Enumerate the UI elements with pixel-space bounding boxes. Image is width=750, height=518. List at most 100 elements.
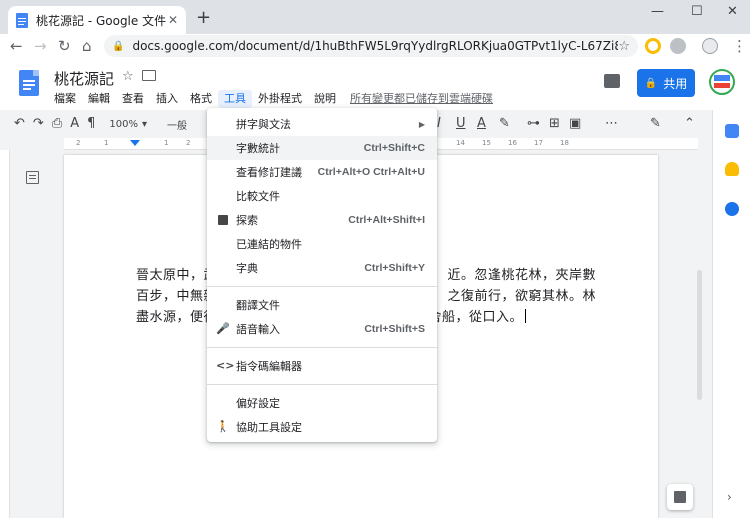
add-comment-icon[interactable]: ⊞ [549,112,560,136]
menu-item-linked-objects[interactable]: 已連結的物件 [207,232,437,256]
saved-status-link[interactable]: 所有變更都已儲存到雲端硬碟 [350,90,493,108]
text-color-icon[interactable]: A [477,112,486,136]
profile-icon[interactable] [702,38,718,54]
print-icon[interactable]: ⎙ [52,115,62,133]
menu-item-explore[interactable]: 探索 Ctrl+Alt+Shift+I [207,208,437,232]
google-docs-logo-icon[interactable] [19,70,39,96]
more-options-icon[interactable]: ⋯ [605,112,618,136]
link-icon[interactable]: ⊶ [527,112,540,136]
lock-icon: 🔒 [644,77,658,89]
browser-tab[interactable]: 桃花源記 - Google 文件 ✕ [8,6,186,34]
star-document-icon[interactable]: ☆ [122,69,134,84]
new-tab-button[interactable]: + [196,9,211,27]
zoom-select[interactable]: 100% [109,119,138,130]
avatar[interactable] [709,69,735,95]
expand-side-panel-icon[interactable]: › [727,490,732,504]
menu-item-label: 語音輸入 [236,323,280,336]
bookmark-star-icon[interactable]: ☆ [618,39,630,54]
menu-item-label: 拼字與文法 [236,118,291,131]
code-icon: <> [216,359,235,372]
text-caret [525,309,526,323]
close-window-button[interactable]: ✕ [727,4,738,19]
move-to-folder-icon[interactable] [142,70,156,81]
tab-close-icon[interactable]: ✕ [168,13,178,27]
share-button[interactable]: 🔒 共用 [637,69,695,97]
scrollbar-thumb[interactable] [697,270,702,400]
lock-icon: 🔒 [112,40,125,52]
menu-item-review-suggestions[interactable]: 查看修訂建議 Ctrl+Alt+O Ctrl+Alt+U [207,160,437,184]
extension-icon[interactable] [645,38,661,54]
vertical-ruler[interactable] [0,150,10,518]
menu-item-label: 查看修訂建議 [236,166,302,179]
insert-image-icon[interactable]: ▣ [569,112,581,136]
menu-help[interactable]: 說明 [308,90,342,108]
vertical-scrollbar[interactable] [695,150,703,518]
menu-item-label: 翻譯文件 [236,299,280,312]
menu-view[interactable]: 查看 [116,90,150,108]
menu-bar: 檔案 編輯 查看 插入 格式 工具 外掛程式 說明 所有變更都已儲存到雲端硬碟 [48,90,493,108]
document-outline-icon[interactable] [26,171,39,184]
calendar-icon[interactable] [725,124,739,138]
highlight-icon[interactable]: ✎ [499,112,510,136]
maximize-button[interactable]: ☐ [691,4,703,19]
menu-format[interactable]: 格式 [184,90,218,108]
undo-icon[interactable]: ↶ [14,115,25,133]
url-text[interactable]: docs.google.com/document/d/1huBthFW5L9rq… [132,39,618,53]
menu-separator [207,347,437,348]
menu-insert[interactable]: 插入 [150,90,184,108]
back-icon[interactable]: ← [10,37,23,55]
paint-format-icon[interactable]: ¶ [87,115,95,133]
menu-item-label: 字典 [236,262,258,275]
hide-menus-icon[interactable]: ⌃ [684,112,695,136]
explore-icon [218,215,228,225]
explore-button[interactable] [667,484,693,510]
menu-addons[interactable]: 外掛程式 [252,90,308,108]
text-line-2-start: 百步，中無雜 [136,289,218,304]
menu-item-shortcut: Ctrl+Shift+C [363,142,425,154]
comments-icon[interactable] [604,74,620,88]
menu-file[interactable]: 檔案 [48,90,82,108]
submenu-arrow-icon: ▶ [418,119,425,129]
omnibox[interactable]: 🔒 docs.google.com/document/d/1huBthFW5L9… [104,35,638,57]
side-panel: › [712,110,750,518]
underline-icon[interactable]: U [456,112,466,136]
forward-icon[interactable]: → [34,37,47,55]
keep-icon[interactable] [725,162,739,176]
indent-marker-icon[interactable] [130,140,140,146]
home-icon[interactable]: ⌂ [82,37,92,55]
menu-item-script-editor[interactable]: <> 指令碼編輯器 [207,354,437,378]
menu-item-word-count[interactable]: 字數統計 Ctrl+Shift+C [207,136,437,160]
chevron-down-icon[interactable]: ▾ [142,119,147,130]
style-select[interactable]: 一般 [167,117,187,132]
menu-item-compare-documents[interactable]: 比較文件 [207,184,437,208]
tasks-icon[interactable] [725,202,739,216]
menu-item-translate-document[interactable]: 翻譯文件 [207,293,437,317]
redo-icon[interactable]: ↷ [33,115,44,133]
microphone-icon: 🎤 [216,322,230,335]
docs-header: 桃花源記 ☆ 檔案 編輯 查看 插入 格式 工具 外掛程式 說明 所有變更都已儲… [0,58,750,110]
browser-menu-icon[interactable]: ⋮ [732,37,747,55]
text-line-2-end: 之復前行，欲窮其林。林 [447,289,596,304]
menu-item-label: 偏好設定 [236,397,280,410]
menu-tools[interactable]: 工具 [218,90,252,108]
reload-icon[interactable]: ↻ [58,37,71,55]
menu-item-spelling-grammar[interactable]: 拼字與文法 ▶ [207,112,437,136]
menu-item-shortcut: Ctrl+Shift+S [364,323,425,335]
menu-item-dictionary[interactable]: 字典 Ctrl+Shift+Y [207,256,437,280]
menu-item-shortcut: Ctrl+Shift+Y [364,262,425,274]
download-extension-icon[interactable] [670,38,686,54]
menu-item-accessibility-settings[interactable]: 🚶 協助工具設定 [207,415,437,439]
share-label: 共用 [663,76,688,91]
menu-item-label: 探索 [236,214,258,227]
italic-icon[interactable]: I [437,112,441,136]
menu-item-preferences[interactable]: 偏好設定 [207,391,437,415]
document-title[interactable]: 桃花源記 [54,68,114,89]
minimize-button[interactable]: — [651,4,664,19]
editing-mode-icon[interactable]: ✎ [650,112,661,136]
menu-item-label: 已連結的物件 [236,238,302,251]
menu-item-shortcut: Ctrl+Alt+Shift+I [348,214,425,226]
spellcheck-icon[interactable]: A [70,115,79,133]
menu-item-label: 指令碼編輯器 [236,360,302,373]
menu-item-voice-typing[interactable]: 🎤 語音輸入 Ctrl+Shift+S [207,317,437,341]
menu-edit[interactable]: 編輯 [82,90,116,108]
